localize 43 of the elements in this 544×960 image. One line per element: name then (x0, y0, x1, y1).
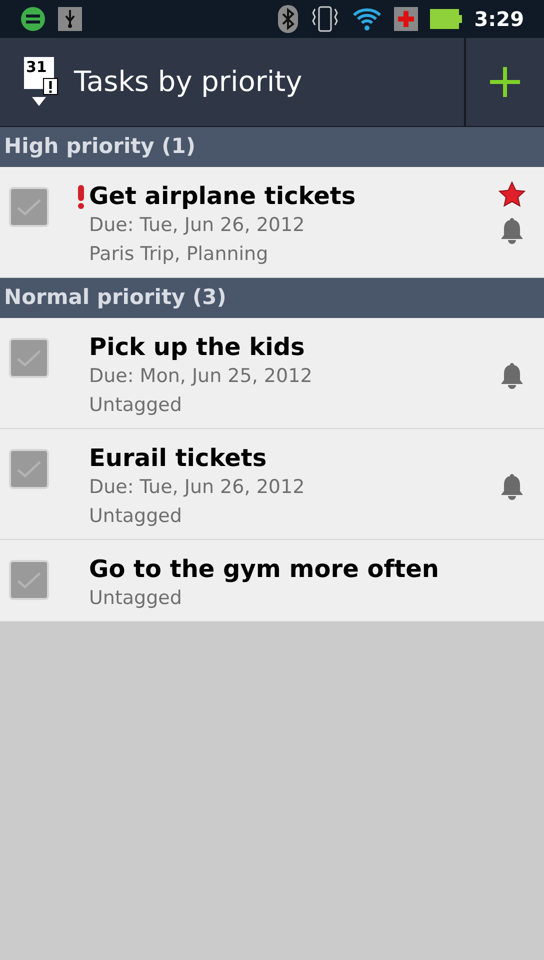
section-header: High priority (1) (0, 127, 544, 167)
task-detail: Untagged (89, 586, 183, 611)
task-detail: Paris Trip, Planning (89, 242, 270, 267)
bell-icon (499, 473, 525, 501)
bell-icon (499, 217, 525, 245)
alert-badge-icon (43, 78, 58, 95)
check-icon (16, 348, 42, 368)
bell-icon (499, 362, 525, 390)
task-detail: Due: Mon, Jun 25, 2012 (89, 364, 314, 389)
task-row[interactable]: Eurail tickets Due: Tue, Jun 26, 2012 Untagged (0, 429, 544, 540)
task-row[interactable]: Get airplane tickets Due: Tue, Jun 26, 2012 Paris Trip, Planning (0, 167, 544, 278)
checkbox[interactable] (9, 187, 49, 227)
check-icon (16, 197, 42, 217)
plus-icon (490, 67, 520, 97)
task-title: Go to the gym more often (89, 554, 440, 584)
check-icon (16, 570, 42, 590)
task-detail: Untagged (89, 504, 183, 529)
vibrate-icon (310, 5, 340, 33)
medical-cross-icon (394, 7, 418, 31)
battery-icon (430, 9, 462, 29)
usb-icon (58, 7, 82, 31)
task-detail: Due: Tue, Jun 26, 2012 (89, 475, 306, 500)
checkbox[interactable] (9, 449, 49, 489)
section-header: Normal priority (3) (0, 278, 544, 318)
task-row[interactable]: Pick up the kids Due: Mon, Jun 25, 2012 Untagged (0, 318, 544, 429)
checkbox[interactable] (9, 560, 49, 600)
sync-icon (20, 6, 46, 32)
checkbox[interactable] (9, 338, 49, 378)
check-icon (16, 459, 42, 479)
task-title: Eurail tickets (89, 443, 268, 473)
bluetooth-icon (278, 5, 298, 33)
task-detail: Due: Tue, Jun 26, 2012 (89, 213, 306, 238)
clock: 3:29 (474, 6, 524, 33)
task-detail: Untagged (89, 393, 183, 418)
star-icon[interactable] (498, 181, 526, 209)
task-title: Get airplane tickets (89, 181, 357, 211)
dropdown-arrow-icon (32, 97, 46, 106)
calendar-menu-button[interactable]: 31 (20, 53, 58, 111)
task-row[interactable]: Go to the gym more often Untagged (0, 540, 544, 622)
screen-title: Tasks by priority (74, 64, 302, 100)
calendar-day: 31 (24, 57, 47, 89)
task-title: Pick up the kids (89, 332, 306, 362)
wifi-icon (352, 6, 382, 32)
